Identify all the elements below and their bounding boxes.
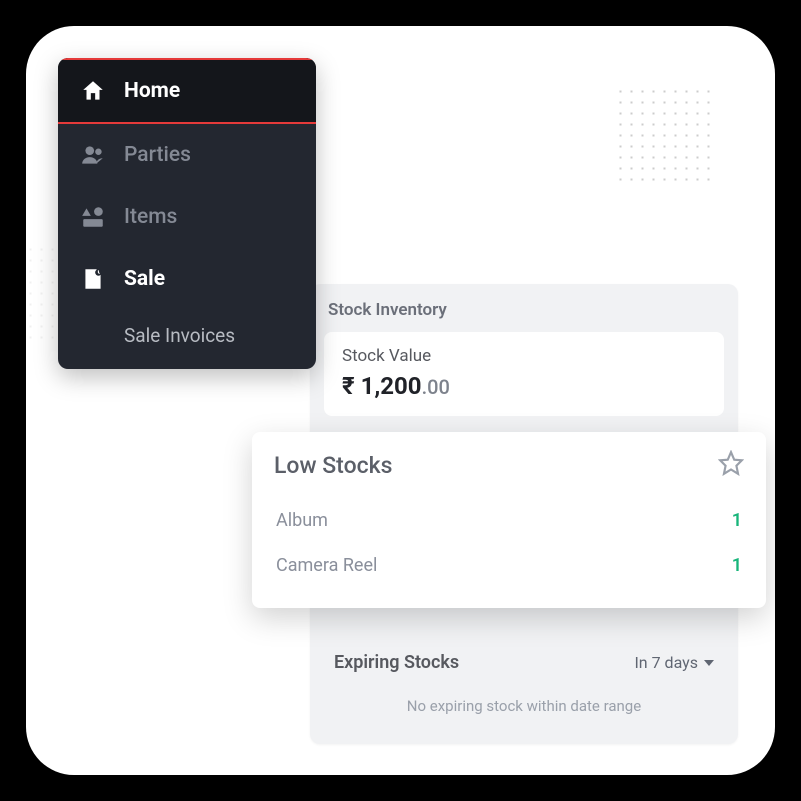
stock-value-amount: ₹ 1,200.00 [342,372,706,400]
invoice-icon [80,266,106,292]
decorative-dots-tr [615,86,715,186]
sidebar: Home Parties Items Sale Sale Invoices [58,58,316,369]
stock-value-card[interactable]: Stock Value ₹ 1,200.00 [324,332,724,416]
low-stock-qty: 1 [732,510,742,531]
expiring-stocks-title: Expiring Stocks [334,652,459,673]
low-stocks-title: Low Stocks [274,452,392,479]
sidebar-item-parties[interactable]: Parties [58,124,316,186]
star-icon[interactable] [718,450,744,480]
currency-symbol: ₹ [342,372,355,400]
low-stocks-card: Low Stocks Album 1 Camera Reel 1 [252,432,766,608]
amount-cents: .00 [422,375,450,399]
low-stock-row[interactable]: Camera Reel 1 [274,543,744,588]
low-stock-name: Album [276,510,328,531]
sidebar-item-label: Sale [124,267,165,291]
low-stock-qty: 1 [732,555,742,576]
expiring-range-label: In 7 days [634,653,698,672]
app-canvas: Home Parties Items Sale Sale Invoices St… [26,26,775,775]
low-stock-name: Camera Reel [276,555,377,576]
expiring-stocks-section: Expiring Stocks In 7 days No expiring st… [324,644,724,726]
people-icon [80,142,106,168]
home-icon [80,78,106,104]
chevron-down-icon [704,660,714,666]
stock-inventory-title: Stock Inventory [324,298,724,332]
stock-value-label: Stock Value [342,346,706,366]
expiring-empty-message: No expiring stock within date range [334,673,714,726]
sidebar-subitem-sale-invoices[interactable]: Sale Invoices [58,310,316,369]
low-stock-row[interactable]: Album 1 [274,498,744,543]
amount-main: 1,200 [361,372,422,400]
sidebar-item-label: Parties [124,143,191,167]
shapes-icon [80,204,106,230]
sidebar-item-home[interactable]: Home [58,58,316,124]
sidebar-subitem-label: Sale Invoices [124,324,235,347]
expiring-range-dropdown[interactable]: In 7 days [634,653,714,672]
sidebar-item-items[interactable]: Items [58,186,316,248]
sidebar-item-label: Home [124,79,180,103]
sidebar-item-sale[interactable]: Sale [58,248,316,310]
sidebar-item-label: Items [124,205,177,229]
